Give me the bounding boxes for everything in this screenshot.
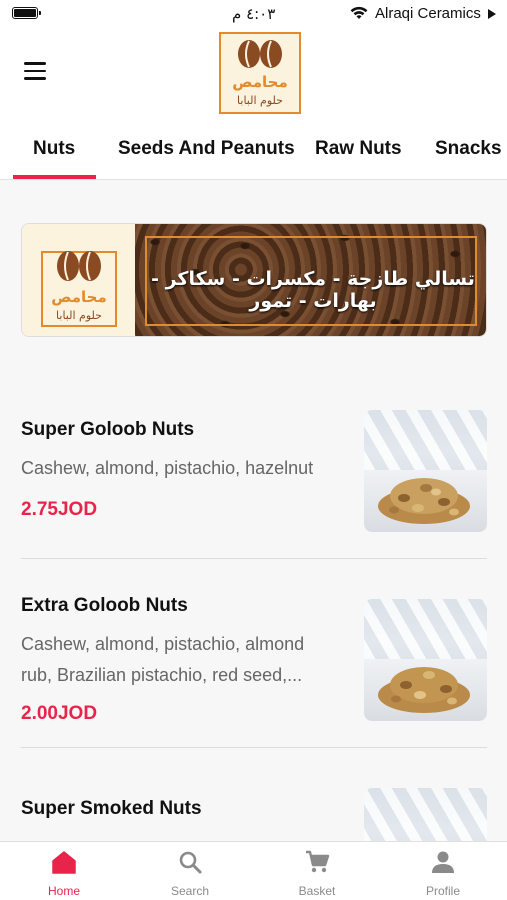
tab-nuts[interactable]: Nuts [33, 138, 75, 160]
product-image [364, 599, 487, 721]
product-name: Extra Goloob Nuts [21, 595, 188, 616]
nav-profile[interactable]: Profile [380, 842, 506, 900]
logo-title: محامص [232, 73, 287, 91]
banner-logo-subtitle: حلوم البابا [56, 309, 102, 322]
wifi-icon [350, 6, 368, 19]
app-header: محامص حلوم البابا [0, 28, 507, 124]
brand-logo: محامص حلوم البابا [219, 32, 301, 114]
tab-raw-nuts[interactable]: Raw Nuts [315, 138, 402, 160]
coffee-beans-background: تسالي طازجة - مكسرات - سكاكر - بهارات - … [135, 224, 486, 336]
banner-text: تسالي طازجة - مكسرات - سكاكر - بهارات - … [151, 268, 475, 312]
nav-basket[interactable]: Basket [254, 842, 380, 900]
carrier-name: Alraqi Ceramics [375, 5, 481, 22]
product-description: Cashew, almond, pistachio, almond rub, B… [21, 634, 305, 685]
nuts-pile [378, 478, 470, 524]
search-icon [179, 851, 202, 874]
active-tab-indicator [13, 175, 96, 179]
nav-search[interactable]: Search [127, 842, 253, 900]
product-list[interactable]: محامص حلوم البابا تسالي طازجة - مكسرات -… [0, 181, 507, 841]
battery-icon [12, 7, 41, 19]
bottom-navigation: Home Search Basket Profile [0, 841, 507, 900]
divider [21, 747, 487, 748]
play-icon [488, 9, 496, 19]
nav-home[interactable]: Home [1, 842, 127, 900]
product-description: Cashew, almond, pistachio, hazelnut [21, 458, 314, 478]
divider [21, 558, 487, 559]
product-image [364, 410, 487, 532]
nuts-pile [378, 667, 470, 713]
product-price: 2.75JOD [21, 499, 98, 520]
profile-icon [432, 851, 454, 873]
logo-subtitle: حلوم البابا [237, 94, 283, 107]
hamburger-menu-icon [24, 62, 46, 65]
category-tabs: Nuts Seeds And Peanuts Raw Nuts Snacks [0, 124, 507, 180]
product-name: Super Goloob Nuts [21, 419, 195, 440]
product-name: Super Smoked Nuts [21, 798, 202, 819]
product-image [364, 788, 487, 841]
tab-snacks[interactable]: Snacks [435, 138, 502, 160]
tab-seeds-and-peanuts[interactable]: Seeds And Peanuts [118, 138, 295, 160]
menu-button[interactable] [24, 62, 46, 80]
promo-banner[interactable]: محامص حلوم البابا تسالي طازجة - مكسرات -… [21, 223, 487, 337]
banner-logo-title: محامص [51, 288, 106, 306]
status-time: ٤:٠٣ م [232, 5, 276, 23]
home-icon [52, 851, 76, 874]
cart-icon [306, 850, 330, 873]
product-price: 2.00JOD [21, 703, 98, 724]
status-bar: ٤:٠٣ م Alraqi Ceramics [0, 0, 507, 28]
banner-logo: محامص حلوم البابا [41, 251, 117, 327]
